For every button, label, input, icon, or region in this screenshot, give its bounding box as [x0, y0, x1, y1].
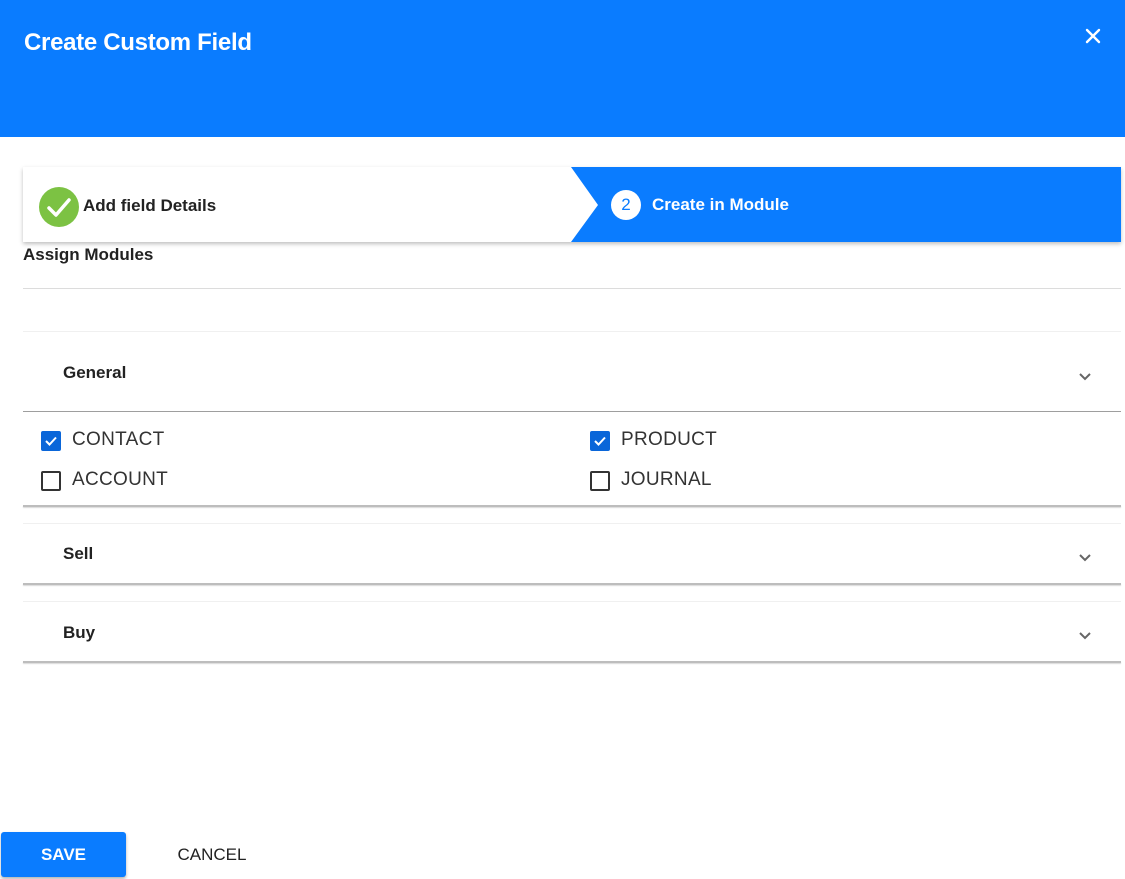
checkbox[interactable] — [590, 431, 610, 451]
checkbox-label: JOURNAL — [621, 469, 712, 490]
check-icon — [594, 436, 606, 446]
stepper: Add field Details 2 Create in Module — [23, 167, 1121, 242]
check-circle-icon — [39, 187, 79, 227]
chevron-down-icon — [1079, 373, 1091, 381]
check-icon — [45, 436, 57, 446]
step-add-field-details[interactable]: Add field Details — [23, 167, 623, 242]
cancel-button[interactable]: CANCEL — [160, 832, 264, 877]
panel-label: Buy — [63, 623, 96, 642]
divider — [23, 288, 1121, 289]
checkbox-label: PRODUCT — [621, 429, 718, 450]
chevron-down-icon — [1079, 554, 1091, 562]
panel-border — [23, 583, 1121, 585]
save-button[interactable]: SAVE — [1, 832, 126, 877]
close-button[interactable] — [1081, 24, 1105, 48]
checkbox-label: CONTACT — [72, 429, 165, 450]
chevron-down-icon — [1079, 632, 1091, 640]
step-create-in-module[interactable]: 2 Create in Module — [571, 167, 1121, 242]
dialog-header: Create Custom Field — [0, 0, 1125, 137]
checkbox-label: ACCOUNT — [72, 469, 169, 490]
panel-label: Sell — [63, 544, 94, 563]
panel-border — [23, 505, 1121, 507]
section-title: Assign Modules — [23, 245, 154, 264]
checkbox[interactable] — [590, 471, 610, 491]
divider — [23, 411, 1121, 412]
panel-border — [23, 661, 1121, 663]
step-number-badge: 2 — [611, 190, 641, 220]
step-label: Add field Details — [83, 196, 217, 215]
panel-sell-header[interactable]: Sell — [23, 524, 1121, 583]
dialog-title: Create Custom Field — [24, 29, 252, 56]
checkbox[interactable] — [41, 471, 61, 491]
close-icon — [1085, 28, 1101, 44]
panel-label: General — [63, 363, 127, 382]
panel-general-header[interactable]: General — [23, 332, 1121, 411]
step-label: Create in Module — [652, 195, 789, 214]
panel-buy-header[interactable]: Buy — [23, 602, 1121, 661]
checkbox[interactable] — [41, 431, 61, 451]
